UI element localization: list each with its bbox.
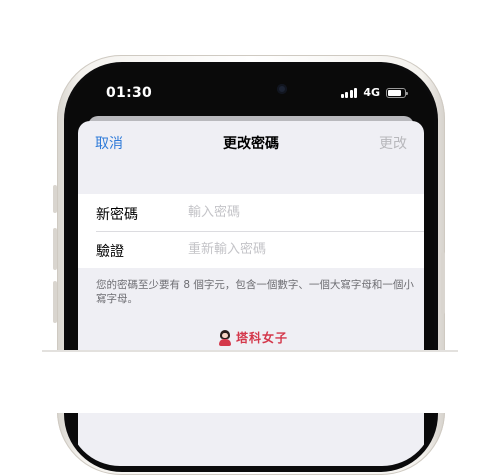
page-title: 更改密碼 [223, 136, 279, 152]
crop-divider [42, 350, 458, 352]
volume-up-button [53, 228, 57, 270]
girl-avatar-icon [218, 329, 232, 346]
change-button[interactable]: 更改 [379, 133, 407, 153]
side-power-button [441, 252, 445, 314]
watermark: 塔科女子 [218, 329, 288, 346]
status-indicators: 4G [340, 86, 408, 99]
network-type: 4G [363, 86, 380, 99]
action-button [53, 185, 57, 213]
new-password-field[interactable] [188, 202, 388, 222]
navigation-bar: 取消 更改密碼 更改 [78, 121, 424, 165]
status-time: 01:30 [106, 85, 153, 101]
cellular-signal-icon [340, 87, 358, 98]
verify-password-field[interactable] [188, 239, 388, 259]
image-crop-area [0, 350, 500, 413]
verify-label: 驗證 [96, 244, 124, 260]
watermark-text: 塔科女子 [236, 331, 289, 345]
new-password-label: 新密碼 [96, 207, 138, 223]
volume-down-button [53, 281, 57, 323]
password-requirements-note: 您的密碼至少要有 8 個字元，包含一個數字、一個大寫字母和一個小寫字母。 [96, 279, 414, 305]
password-form: 新密碼 驗證 [78, 194, 424, 268]
change-password-sheet: 取消 更改密碼 更改 新密碼 驗證 您的密碼至少要有 8 個字元，包含一個數字、… [78, 121, 424, 466]
new-password-row: 新密碼 [78, 194, 424, 231]
verify-password-row: 驗證 [78, 231, 424, 268]
front-camera [277, 84, 287, 94]
battery-icon [386, 87, 408, 98]
